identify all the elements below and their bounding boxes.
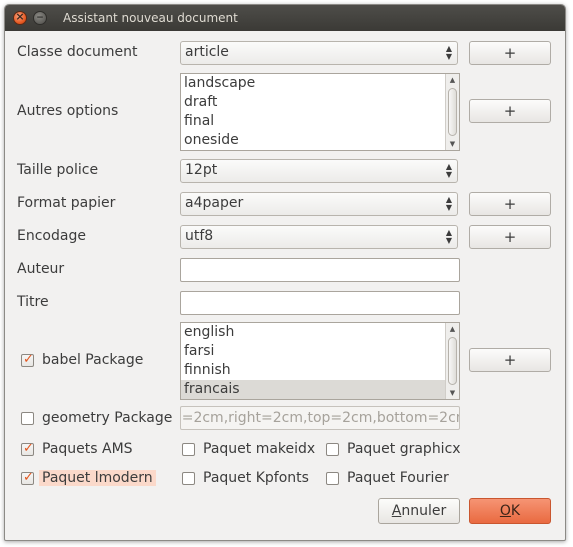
autres-options-list[interactable]: landscape draft final oneside ▲ ▼	[180, 73, 460, 151]
ok-button[interactable]: OK	[469, 498, 551, 524]
graphicx-checkbox[interactable]	[326, 443, 339, 456]
list-item[interactable]: farsi	[181, 342, 459, 361]
list-item[interactable]: draft	[181, 93, 459, 112]
scroll-up-icon[interactable]: ▲	[446, 325, 459, 333]
encodage-label: Encodage	[17, 228, 86, 244]
scrollbar-thumb[interactable]	[448, 88, 457, 136]
babel-list-scrollbar[interactable]: ▲ ▼	[445, 323, 459, 399]
minimize-icon: −	[36, 13, 44, 23]
titre-label: Titre	[17, 294, 49, 310]
taille-police-combo[interactable]: 12pt ▲ ▼	[180, 159, 458, 183]
add-encodage-button[interactable]: +	[469, 225, 551, 249]
titlebar: × − Assistant nouveau document	[5, 5, 565, 31]
taille-police-label: Taille police	[17, 162, 99, 178]
ok-label: K	[510, 503, 521, 519]
list-item[interactable]: english	[181, 323, 459, 342]
ok-mnemonic: O	[499, 503, 511, 519]
babel-language-list[interactable]: english farsi finnish francais ▲ ▼	[180, 322, 460, 400]
geometry-checkbox[interactable]	[21, 412, 34, 425]
kpfonts-checkbox[interactable]	[182, 472, 195, 485]
scrollbar-thumb[interactable]	[448, 337, 457, 385]
close-button[interactable]: ×	[13, 10, 27, 25]
ams-label[interactable]: Paquets AMS	[42, 441, 133, 457]
up-down-arrows-icon: ▲ ▼	[445, 162, 452, 179]
autres-options-scrollbar[interactable]: ▲ ▼	[445, 74, 459, 150]
geometry-options-value: :=2cm,right=2cm,top=2cm,bottom=2cm	[180, 410, 460, 426]
add-babel-button[interactable]: +	[469, 348, 551, 372]
up-down-arrows-icon: ▲ ▼	[445, 195, 452, 212]
list-item-selected[interactable]: francais	[181, 380, 459, 399]
format-papier-value: a4paper	[185, 195, 244, 211]
list-item[interactable]: oneside	[181, 131, 459, 150]
check-icon: ✓	[23, 352, 34, 367]
cancel-button[interactable]: Annuler	[378, 498, 460, 524]
scroll-up-icon[interactable]: ▲	[446, 76, 459, 84]
autres-options-label: Autres options	[17, 103, 119, 119]
cancel-label: nnuler	[401, 503, 447, 519]
format-papier-label: Format papier	[17, 195, 116, 211]
lmodern-label[interactable]: Paquet lmodern	[39, 470, 156, 486]
fourier-label[interactable]: Paquet Fourier	[347, 470, 449, 486]
list-item[interactable]: final	[181, 112, 459, 131]
lmodern-checkbox[interactable]: ✓	[21, 470, 34, 485]
graphicx-label[interactable]: Paquet graphicx	[347, 441, 461, 457]
scroll-down-icon[interactable]: ▼	[446, 389, 459, 397]
add-option-button[interactable]: +	[469, 99, 551, 123]
fourier-checkbox[interactable]	[326, 472, 339, 485]
makeidx-checkbox[interactable]	[182, 443, 195, 456]
check-icon: ✓	[23, 441, 34, 456]
dialog-window: × − Assistant nouveau document Classe do…	[4, 4, 566, 541]
geometry-package-label[interactable]: geometry Package	[42, 410, 172, 426]
ams-checkbox[interactable]: ✓	[21, 441, 34, 456]
kpfonts-label[interactable]: Paquet Kpfonts	[203, 470, 309, 486]
close-icon: ×	[15, 10, 25, 23]
add-classe-button[interactable]: +	[469, 41, 551, 65]
taille-police-value: 12pt	[185, 162, 218, 178]
cancel-mnemonic: A	[391, 503, 402, 519]
up-down-arrows-icon: ▲ ▼	[445, 44, 452, 61]
auteur-field[interactable]	[180, 258, 460, 282]
list-item[interactable]: landscape	[181, 74, 459, 93]
lmodern-label-text: Paquet lmodern	[39, 470, 156, 486]
classe-document-combo[interactable]: article ▲ ▼	[180, 41, 458, 65]
classe-document-label: Classe document	[17, 44, 138, 60]
makeidx-label[interactable]: Paquet makeidx	[203, 441, 315, 457]
classe-document-value: article	[185, 44, 229, 60]
check-icon: ✓	[23, 470, 34, 485]
minimize-button[interactable]: −	[33, 11, 47, 25]
window-title: Assistant nouveau document	[63, 11, 238, 25]
format-papier-combo[interactable]: a4paper ▲ ▼	[180, 192, 458, 216]
geometry-options-field: :=2cm,right=2cm,top=2cm,bottom=2cm	[180, 406, 460, 430]
encodage-combo[interactable]: utf8 ▲ ▼	[180, 225, 458, 249]
encodage-value: utf8	[185, 228, 214, 244]
up-down-arrows-icon: ▲ ▼	[445, 228, 452, 245]
list-item[interactable]: finnish	[181, 361, 459, 380]
babel-checkbox[interactable]: ✓	[21, 352, 34, 367]
babel-package-label[interactable]: babel Package	[42, 352, 143, 368]
add-format-button[interactable]: +	[469, 192, 551, 216]
auteur-label: Auteur	[17, 261, 65, 277]
scroll-down-icon[interactable]: ▼	[446, 140, 459, 148]
titre-field[interactable]	[180, 291, 460, 315]
